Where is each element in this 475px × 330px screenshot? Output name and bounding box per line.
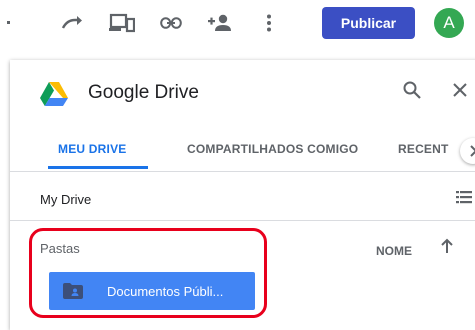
more-vert-icon[interactable] (259, 8, 279, 38)
dialog-tabs: MEU DRIVE COMPARTILHADOS COMIGO RECENT (10, 132, 475, 169)
arrow-up-icon[interactable] (440, 238, 454, 259)
close-icon[interactable] (450, 80, 470, 105)
preview-devices-icon[interactable] (107, 8, 137, 38)
partial-icon (6, 8, 12, 38)
publish-button[interactable]: Publicar (322, 7, 415, 39)
shared-folder-icon (63, 283, 83, 299)
redo-icon[interactable] (57, 8, 87, 38)
link-icon[interactable] (156, 8, 186, 38)
dialog-title: Google Drive (88, 82, 199, 103)
chevron-right-icon (470, 145, 475, 157)
tabs-divider (10, 171, 475, 172)
active-tab-indicator (48, 166, 148, 169)
tab-compartilhados-comigo[interactable]: COMPARTILHADOS COMIGO (187, 142, 358, 156)
tab-meu-drive[interactable]: MEU DRIVE (58, 142, 126, 156)
drive-picker-dialog: Google Drive MEU DRIVE COMPARTILHADOS CO… (10, 60, 475, 330)
avatar[interactable]: A (434, 8, 464, 38)
folder-item[interactable]: Documentos Públi... (49, 272, 255, 310)
top-toolbar: Publicar A (0, 0, 475, 46)
breadcrumb-divider (10, 220, 475, 221)
folders-section-label: Pastas (40, 241, 80, 256)
breadcrumb[interactable]: My Drive (40, 192, 91, 207)
dialog-header: Google Drive (10, 60, 475, 122)
tab-recent[interactable]: RECENT (398, 142, 449, 156)
search-icon[interactable] (402, 80, 422, 105)
sort-by-name-button[interactable]: NOME (376, 244, 412, 258)
google-drive-logo-icon (40, 82, 68, 111)
folder-name: Documentos Públi... (107, 283, 224, 299)
share-person-icon[interactable] (205, 8, 235, 38)
list-view-icon[interactable] (456, 190, 472, 209)
